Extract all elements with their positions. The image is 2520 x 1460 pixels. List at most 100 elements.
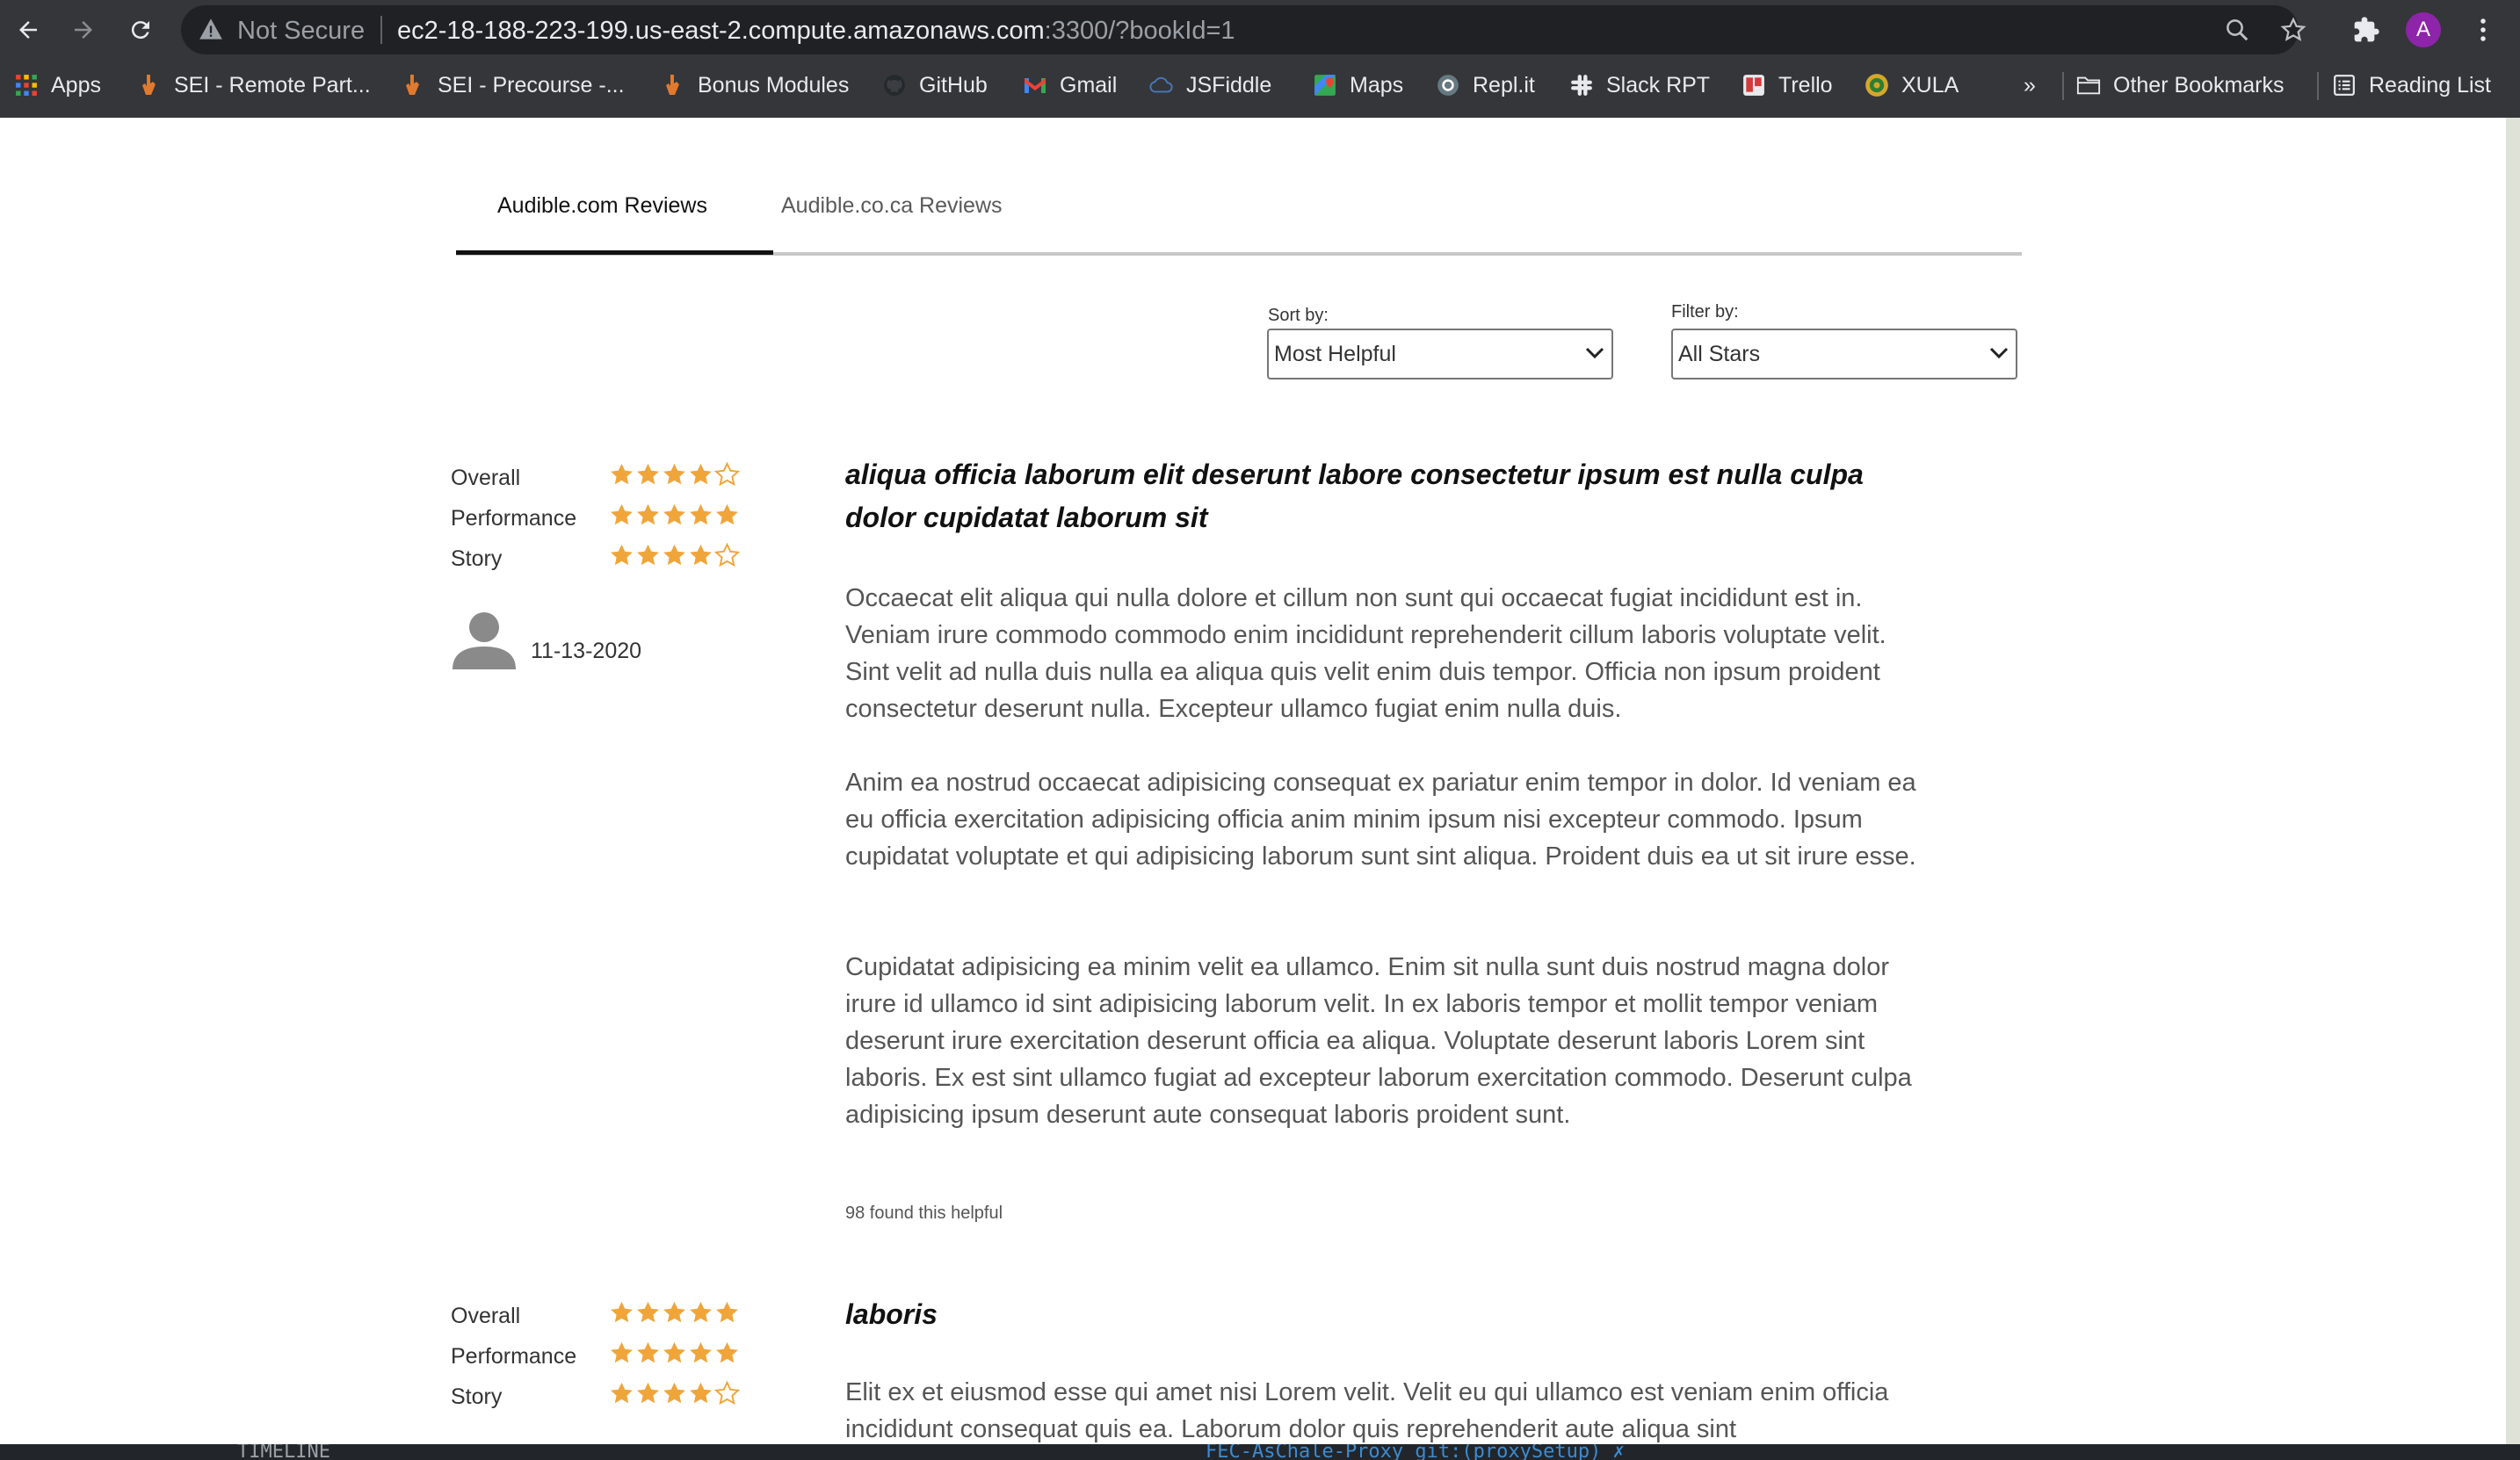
filter-select[interactable]: All Stars: [1671, 329, 2017, 379]
bookmark-label: Other Bookmarks: [2113, 72, 2285, 98]
reading-list-button[interactable]: Reading List: [2332, 70, 2491, 100]
ga-hand-icon: [401, 73, 425, 98]
bookmark-sei-precourse[interactable]: SEI - Precourse -...: [401, 70, 625, 100]
star-filled-icon: [637, 1301, 659, 1323]
filter-value: All Stars: [1678, 342, 1761, 366]
tab-audible-co-ca[interactable]: Audible.co.ca Reviews: [781, 193, 1003, 219]
ga-hand-icon: [661, 73, 685, 98]
bookmark-maps[interactable]: Maps: [1313, 70, 1403, 100]
rating-label-story: Story: [451, 1384, 503, 1409]
folder-icon: [2076, 73, 2101, 98]
star-filled-icon: [690, 463, 712, 485]
bookmark-star-button[interactable]: [2276, 12, 2311, 47]
rating-label-story: Story: [451, 546, 503, 571]
star-filled-icon: [663, 544, 685, 566]
review-paragraph: Occaecat elit aliqua qui nulla dolore et…: [845, 584, 1886, 723]
helpful-count: 98 found this helpful: [845, 1203, 1003, 1223]
github-icon: [882, 73, 907, 98]
rating-label-performance: Performance: [451, 506, 577, 531]
star-empty-icon: [714, 543, 740, 567]
ga-hand-icon: [137, 73, 162, 98]
star-filled-icon: [690, 503, 712, 525]
review-paragraph: Anim ea nostrud occaecat adipisicing con…: [845, 769, 1916, 871]
bookmark-replit[interactable]: Repl.it: [1436, 70, 1535, 100]
sort-value: Most Helpful: [1274, 342, 1396, 366]
terminal-prompt-text: FEC-AsChale-Proxy git:(proxySetup) ✗: [1206, 1444, 1625, 1460]
star-filled-icon: [611, 1341, 633, 1363]
gmail-icon: [1023, 73, 1047, 98]
bookmark-label: GitHub: [919, 72, 988, 98]
star-filled-icon: [637, 1341, 659, 1363]
forward-button[interactable]: [66, 12, 101, 47]
address-bar[interactable]: Not Secure ec2-18-188-223-199.us-east-2.…: [181, 5, 2306, 54]
url-text[interactable]: ec2-18-188-223-199.us-east-2.compute.ama…: [397, 17, 1235, 46]
sort-select[interactable]: Most Helpful: [1267, 329, 1613, 379]
overall-stars: [609, 1300, 741, 1328]
bookmark-other-bookmarks[interactable]: Other Bookmarks: [2076, 70, 2285, 100]
star-empty-icon: [714, 1381, 740, 1406]
apps-grid-icon: [14, 73, 39, 98]
star-filled-icon: [611, 503, 633, 525]
page-viewport: Audible.com Reviews Audible.co.ca Review…: [0, 118, 2506, 1444]
rating-label-performance: Performance: [451, 1344, 577, 1369]
star-filled-icon: [690, 1301, 712, 1323]
reading-list-icon: [2332, 73, 2357, 98]
replit-icon: [1436, 73, 1460, 98]
performance-stars: [609, 502, 741, 531]
browser-chrome: Not Secure ec2-18-188-223-199.us-east-2.…: [0, 0, 2520, 118]
bookmark-xula[interactable]: XULA: [1865, 70, 1959, 100]
bookmark-github[interactable]: GitHub: [882, 70, 988, 100]
bookmark-sei-remote[interactable]: SEI - Remote Part...: [137, 70, 371, 100]
review-paragraph: Elit ex et eiusmod esse qui amet nisi Lo…: [845, 1378, 1889, 1443]
profile-avatar[interactable]: A: [2406, 12, 2441, 47]
star-filled-icon: [637, 1382, 659, 1404]
star-filled-icon: [663, 1382, 685, 1404]
star-filled-icon: [611, 1382, 633, 1404]
story-stars: [609, 1381, 741, 1409]
background-terminal-strip: TIMELINE FEC-AsChale-Proxy git:(proxySet…: [0, 1444, 2520, 1460]
star-filled-icon: [716, 1341, 738, 1363]
reload-button[interactable]: [123, 12, 158, 47]
review-title: aliqua officia laborum elit deserunt lab…: [845, 459, 1864, 533]
star-filled-icon: [663, 1301, 685, 1323]
extensions-button[interactable]: [2349, 12, 2384, 47]
tab-audible-com[interactable]: Audible.com Reviews: [497, 193, 707, 219]
star-filled-icon: [611, 544, 633, 566]
star-filled-icon: [611, 1301, 633, 1323]
bookmark-label: Gmail: [1060, 72, 1118, 98]
active-tab-indicator: [456, 250, 773, 255]
terminal-timeline-text: TIMELINE: [237, 1444, 330, 1460]
star-filled-icon: [663, 503, 685, 525]
bookmark-jsfiddle[interactable]: JSFiddle: [1149, 70, 1271, 100]
star-filled-icon: [690, 544, 712, 566]
star-filled-icon: [716, 503, 738, 525]
bookmark-trello[interactable]: Trello: [1742, 70, 1833, 100]
browser-menu-button[interactable]: [2466, 12, 2501, 47]
bookmark-slack[interactable]: Slack RPT: [1569, 70, 1710, 100]
review-date: 11-13-2020: [531, 639, 642, 663]
bookmark-apps[interactable]: Apps: [14, 70, 101, 100]
bookmark-label: Trello: [1778, 72, 1833, 98]
kebab-menu-icon: [2480, 18, 2486, 41]
bookmark-gmail[interactable]: Gmail: [1023, 70, 1117, 100]
security-label[interactable]: Not Secure: [237, 17, 365, 46]
performance-stars: [609, 1341, 741, 1369]
back-button[interactable]: [11, 12, 46, 47]
bookmark-label: SEI - Remote Part...: [174, 72, 371, 98]
zoom-button[interactable]: [2219, 12, 2255, 47]
bookmarks-separator: [2317, 72, 2319, 100]
sort-label: Sort by:: [1268, 306, 1329, 325]
bookmarks-overflow-button[interactable]: »: [2024, 70, 2036, 100]
overflow-chevron-icon: »: [2024, 72, 2036, 98]
story-stars: [609, 543, 741, 571]
star-filled-icon: [663, 463, 685, 485]
bookmark-label: SEI - Precourse -...: [438, 72, 625, 98]
rating-label-overall: Overall: [451, 1304, 521, 1328]
warning-triangle-icon: [199, 18, 222, 40]
star-outline-icon: [2280, 17, 2306, 41]
magnifier-icon: [2227, 19, 2248, 41]
slack-icon: [1569, 73, 1594, 98]
bookmark-label: Maps: [1350, 72, 1404, 98]
bookmark-bonus-modules[interactable]: Bonus Modules: [661, 70, 849, 100]
forward-arrow-icon: [75, 21, 92, 39]
